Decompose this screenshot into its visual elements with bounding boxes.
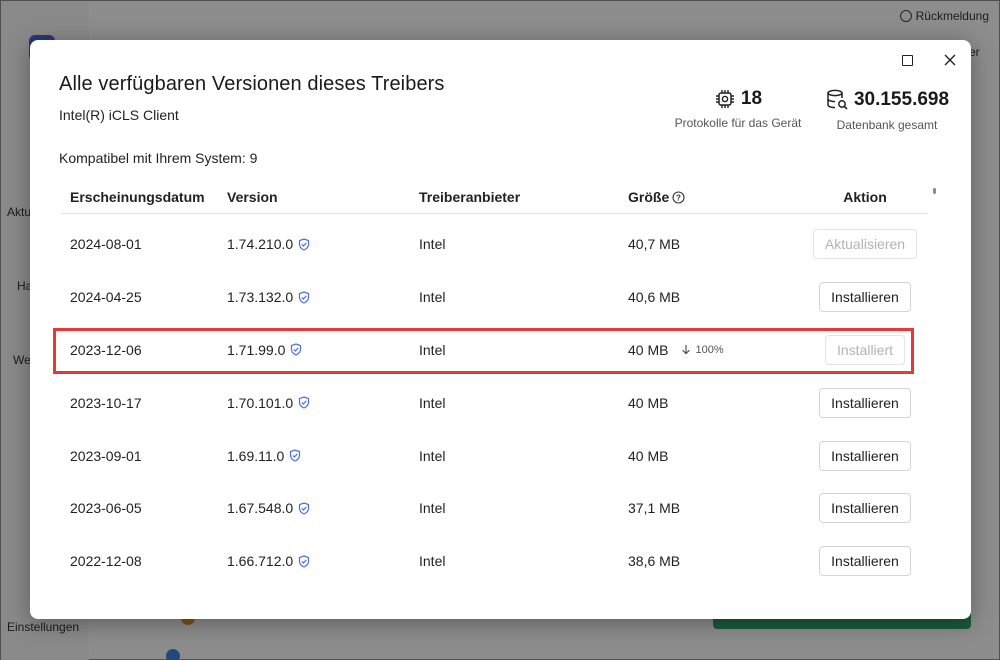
install-button[interactable]: Installieren <box>819 546 911 577</box>
dialog-title: Alle verfügbaren Versionen dieses Treibe… <box>59 73 445 95</box>
release-date: 2024-04-25 <box>70 289 142 306</box>
verified-shield-icon <box>299 291 310 304</box>
verified-shield-icon <box>299 238 310 251</box>
version-cell: 1.73.132.0 <box>227 289 310 305</box>
verified-shield-icon <box>290 449 301 462</box>
download-progress: 100% <box>681 343 724 356</box>
file-size: 40 MB <box>628 447 669 464</box>
release-date: 2023-09-01 <box>70 447 142 464</box>
stat-device-logs: 18 Protokolle für das Gerät <box>668 88 808 130</box>
column-header-version: Version <box>227 189 278 205</box>
version-cell: 1.71.99.0 <box>227 342 302 358</box>
size-cell: 40,7 MB <box>628 236 680 252</box>
help-icon[interactable]: ? <box>672 190 685 204</box>
database-total-count: 30.155.698 <box>853 89 950 110</box>
device-logs-count: 18 <box>740 88 763 109</box>
release-date: 2023-12-06 <box>70 341 142 358</box>
table-header: Erscheinungsdatum Version Treiberanbiete… <box>61 178 928 214</box>
version-number: 1.66.712.0 <box>227 553 294 570</box>
version-number: 1.70.101.0 <box>227 394 294 411</box>
version-number: 1.67.548.0 <box>227 500 294 517</box>
version-number: 1.69.11.0 <box>227 447 285 464</box>
device-logs-label: Protokolle für das Gerät <box>674 116 802 130</box>
version-cell: 1.70.101.0 <box>227 395 310 411</box>
table-row: 2024-04-25 1.73.132.0 Intel 40,6 MB Installi… <box>61 271 928 324</box>
size-cell: 37,1 MB <box>628 500 680 516</box>
version-cell: 1.74.210.0 <box>227 236 310 252</box>
maximize-button[interactable] <box>892 46 922 74</box>
version-number: 1.73.132.0 <box>227 289 294 306</box>
column-header-size: Größe ? <box>628 189 685 205</box>
column-header-action: Aktion <box>843 189 887 205</box>
vendor: Intel <box>419 500 446 517</box>
action-cell: Installieren <box>806 546 924 577</box>
file-size: 40,7 MB <box>628 236 681 253</box>
vendor: Intel <box>419 289 446 306</box>
driver-versions-dialog: Alle verfügbaren Versionen dieses Treibe… <box>30 40 971 619</box>
column-header-size-label: Größe <box>628 189 670 205</box>
install-button[interactable]: Installieren <box>819 440 911 471</box>
action-button-disabled: Aktualisieren <box>812 229 918 260</box>
action-cell: Installieren <box>806 493 924 524</box>
compatible-count: Kompatibel mit Ihrem System: 9 <box>59 150 258 166</box>
release-date: 2023-06-05 <box>70 500 142 517</box>
release-date: 2023-10-17 <box>70 394 142 411</box>
table-row: 2023-09-01 1.69.11.0 Intel 40 MB Installiere… <box>61 429 928 482</box>
action-cell: Installieren <box>806 387 924 418</box>
file-size: 40 MB <box>628 341 669 358</box>
vendor: Intel <box>419 553 446 570</box>
vendor: Intel <box>419 447 446 464</box>
database-search-icon <box>827 89 848 110</box>
verified-shield-icon <box>299 555 310 568</box>
chip-icon <box>715 90 734 108</box>
vendor: Intel <box>419 341 446 358</box>
stat-database-total: 30.155.698 Datenbank gesamt <box>822 88 952 132</box>
scrollbar[interactable] <box>933 188 936 194</box>
file-size: 40 MB <box>628 394 669 411</box>
size-cell: 38,6 MB <box>628 553 680 569</box>
size-cell: 40,6 MB <box>628 289 680 305</box>
action-cell: Aktualisieren <box>806 229 924 260</box>
action-cell: Installieren <box>806 440 924 471</box>
size-cell: 40 MB <box>628 395 668 411</box>
size-cell: 40 MB <box>628 448 668 464</box>
install-button[interactable]: Installieren <box>819 387 911 418</box>
version-cell: 1.66.712.0 <box>227 553 310 569</box>
column-header-date: Erscheinungsdatum <box>70 189 205 205</box>
file-size: 40,6 MB <box>628 289 681 306</box>
maximize-icon <box>901 54 913 66</box>
download-arrow-icon <box>682 345 691 355</box>
vendor: Intel <box>419 236 446 253</box>
install-button[interactable]: Installieren <box>819 282 911 313</box>
verified-shield-icon <box>291 343 302 357</box>
table-row: 2022-12-08 1.66.712.0 Intel 38,6 MB Installi… <box>61 535 928 588</box>
column-header-vendor: Treiberanbieter <box>419 189 521 205</box>
svg-text:?: ? <box>676 193 681 202</box>
verified-shield-icon <box>299 502 310 515</box>
version-cell: 1.69.11.0 <box>227 448 301 464</box>
table-row: 2023-12-06 1.71.99.0 Intel 40 MB 100% Install… <box>61 324 928 377</box>
table-row: 2023-06-05 1.67.548.0 Intel 37,1 MB Installi… <box>61 482 928 535</box>
close-icon <box>944 54 956 66</box>
database-total-label: Datenbank gesamt <box>836 118 938 132</box>
close-button[interactable] <box>935 46 965 74</box>
file-size: 37,1 MB <box>628 500 681 517</box>
verified-shield-icon <box>299 396 310 409</box>
install-button[interactable]: Installieren <box>819 493 911 524</box>
action-cell: Installieren <box>806 282 924 313</box>
download-progress-value: 100% <box>695 343 724 356</box>
driver-name: Intel(R) iCLS Client <box>59 107 179 123</box>
version-cell: 1.67.548.0 <box>227 500 310 516</box>
action-cell: Installiert <box>806 334 924 365</box>
file-size: 38,6 MB <box>628 553 681 570</box>
version-number: 1.74.210.0 <box>227 236 294 253</box>
release-date: 2022-12-08 <box>70 553 142 570</box>
table-row: 2024-08-01 1.74.210.0 Intel 40,7 MB Aktualis… <box>61 218 928 271</box>
release-date: 2024-08-01 <box>70 236 142 253</box>
size-cell: 40 MB 100% <box>628 342 724 358</box>
version-number: 1.71.99.0 <box>227 341 286 358</box>
vendor: Intel <box>419 394 446 411</box>
action-button-disabled: Installiert <box>824 334 906 365</box>
table-row: 2023-10-17 1.70.101.0 Intel 40 MB Installier… <box>61 376 928 429</box>
